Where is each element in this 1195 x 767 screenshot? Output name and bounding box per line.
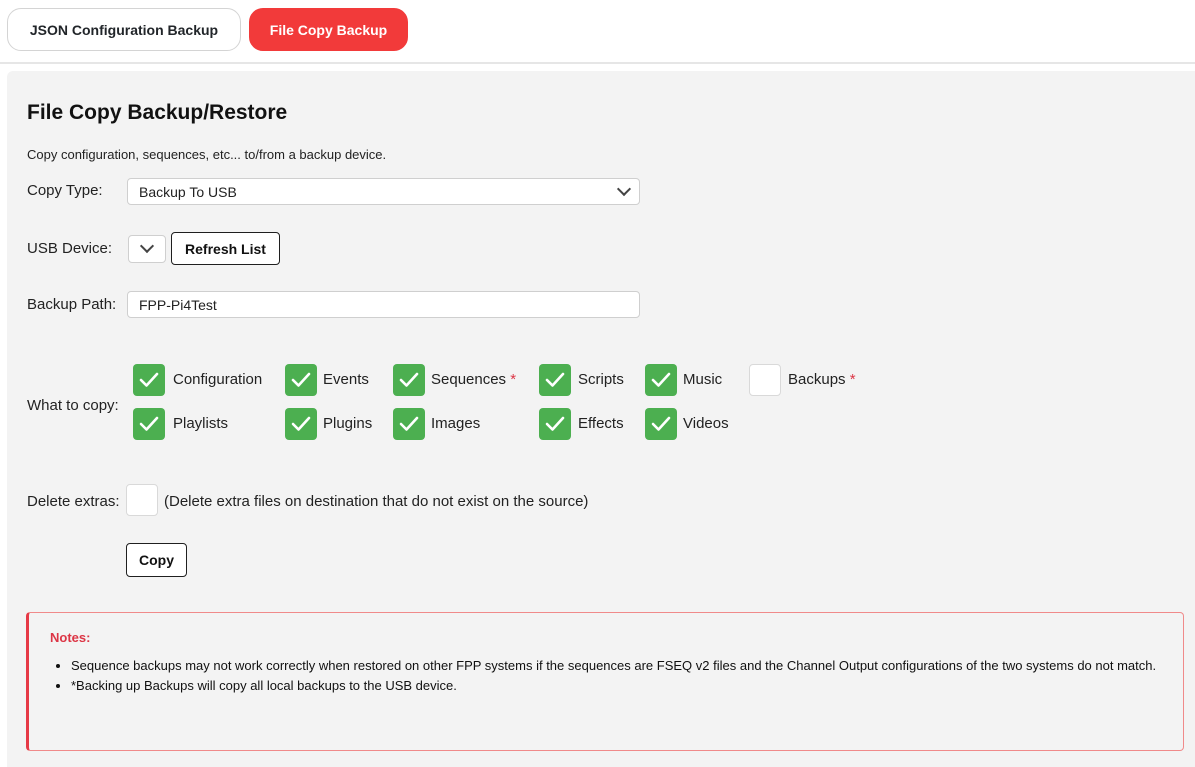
- checkbox-plugins-label: Plugins: [323, 415, 373, 432]
- what-to-copy-label: What to copy:: [27, 397, 119, 414]
- checkbox-playlists-label: Playlists: [173, 415, 229, 432]
- page-subtitle: Copy configuration, sequences, etc... to…: [27, 147, 387, 162]
- checkbox-backups-label: Backups *: [788, 371, 856, 388]
- backup-path-label: Backup Path:: [27, 296, 117, 313]
- checkbox-scripts[interactable]: [539, 364, 571, 396]
- backup-path-value: FPP-Pi4Test: [139, 296, 217, 313]
- notes-item: *Backing up Backups will copy all local …: [71, 676, 1161, 695]
- required-asterisk: *: [510, 371, 517, 388]
- checkmark-icon: [651, 372, 671, 387]
- checkbox-scripts-label: Scripts: [578, 371, 624, 388]
- checkmark-icon: [399, 372, 419, 387]
- copy-button[interactable]: Copy: [126, 543, 187, 577]
- checkbox-music[interactable]: [645, 364, 677, 396]
- delete-extras-label: Delete extras:: [27, 493, 120, 510]
- usb-device-select[interactable]: [128, 235, 166, 263]
- checkbox-sequences-label: Sequences *: [431, 371, 517, 388]
- checkbox-images[interactable]: [393, 408, 425, 440]
- refresh-list-button[interactable]: Refresh List: [171, 232, 280, 265]
- notes-item: Sequence backups may not work correctly …: [71, 656, 1161, 675]
- tab-bar: JSON Configuration Backup File Copy Back…: [0, 0, 1195, 64]
- checkmark-icon: [139, 416, 159, 431]
- notes-list: Sequence backups may not work correctly …: [71, 656, 1161, 696]
- checkmark-icon: [545, 372, 565, 387]
- copy-type-select[interactable]: Backup To USB: [127, 178, 640, 205]
- checkbox-events-label: Events: [323, 371, 369, 388]
- tab-file-copy-backup[interactable]: File Copy Backup: [249, 8, 408, 51]
- checkmark-icon: [545, 416, 565, 431]
- delete-extras-description: (Delete extra files on destination that …: [164, 493, 589, 510]
- checkbox-events[interactable]: [285, 364, 317, 396]
- checkbox-backups[interactable]: [749, 364, 781, 396]
- tab-json-configuration-backup[interactable]: JSON Configuration Backup: [7, 8, 241, 51]
- checkbox-images-label: Images: [431, 415, 481, 432]
- checkmark-icon: [139, 372, 159, 387]
- checkbox-configuration[interactable]: [133, 364, 165, 396]
- usb-device-label: USB Device:: [27, 240, 113, 257]
- checkmark-icon: [291, 416, 311, 431]
- checkmark-icon: [651, 416, 671, 431]
- copy-type-selected-value: Backup To USB: [139, 183, 237, 200]
- chevron-down-icon: [616, 181, 632, 196]
- checkmark-icon: [291, 372, 311, 387]
- page-title: File Copy Backup/Restore: [27, 101, 288, 124]
- notes-box: Notes: Sequence backups may not work cor…: [26, 612, 1184, 751]
- copy-type-label: Copy Type:: [27, 182, 103, 199]
- chevron-down-icon: [139, 238, 155, 254]
- checkbox-effects-label: Effects: [578, 415, 624, 432]
- required-asterisk: *: [849, 371, 856, 388]
- checkbox-configuration-label: Configuration: [173, 371, 263, 388]
- checkbox-sequences[interactable]: [393, 364, 425, 396]
- backup-path-input[interactable]: FPP-Pi4Test: [127, 291, 640, 318]
- checkbox-effects[interactable]: [539, 408, 571, 440]
- notes-title: Notes:: [50, 630, 91, 645]
- checkbox-videos[interactable]: [645, 408, 677, 440]
- checkbox-delete-extras[interactable]: [126, 484, 158, 516]
- checkbox-plugins[interactable]: [285, 408, 317, 440]
- checkmark-icon: [399, 416, 419, 431]
- checkbox-music-label: Music: [683, 371, 723, 388]
- checkbox-videos-label: Videos: [683, 415, 729, 432]
- file-copy-panel: File Copy Backup/Restore Copy configurat…: [7, 71, 1195, 767]
- checkbox-playlists[interactable]: [133, 408, 165, 440]
